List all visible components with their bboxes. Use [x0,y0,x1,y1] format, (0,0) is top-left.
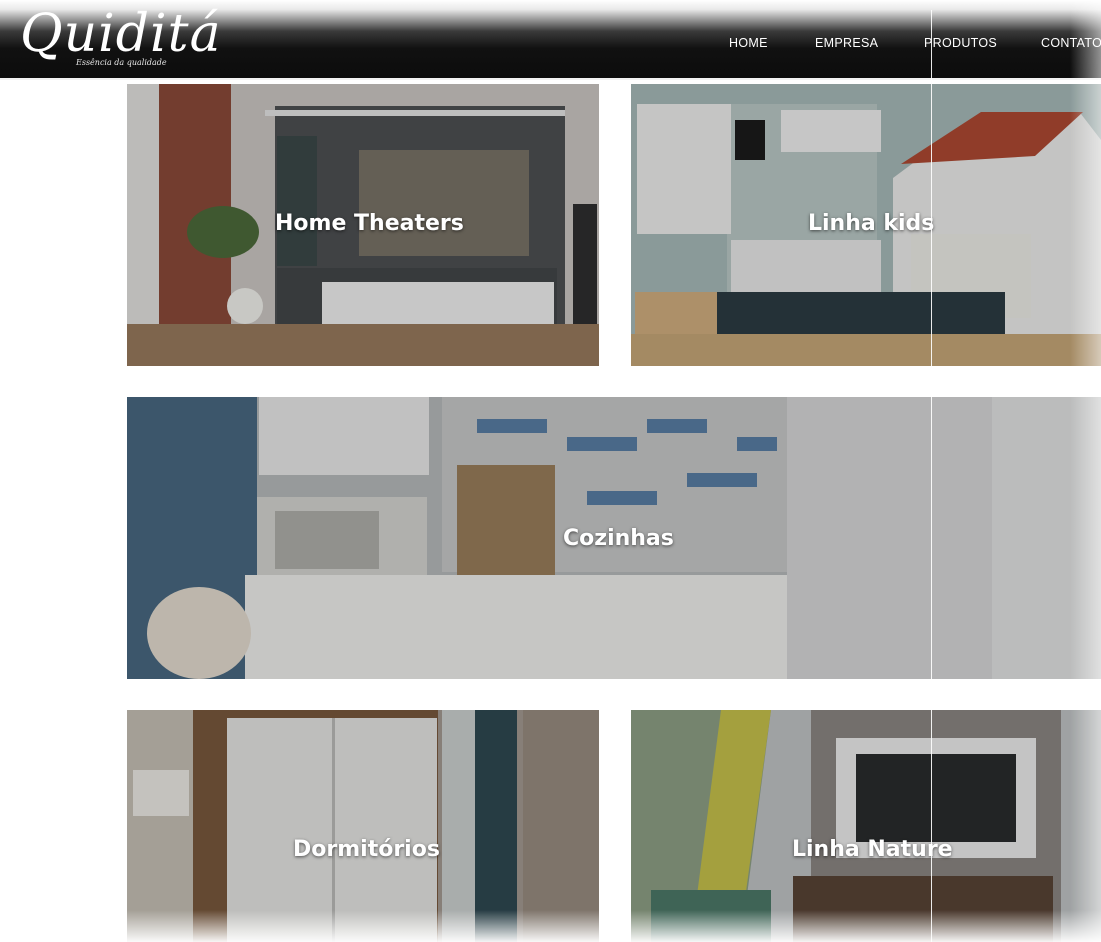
category-tile-dormitorios[interactable]: Dormitórios [127,710,599,942]
brand-logo[interactable]: Quiditá Essência da qualidade [14,8,221,74]
nav-contato[interactable]: CONTATO [1041,36,1101,50]
nav-home[interactable]: HOME [729,36,768,50]
tile-shade [631,710,1101,942]
nav-empresa[interactable]: EMPRESA [815,36,878,50]
category-label-home-theaters: Home Theaters [275,211,464,236]
category-tile-linha-nature[interactable]: Linha Nature [631,710,1101,942]
category-tile-linha-kids[interactable]: Linha kids [631,84,1101,366]
logo-wordmark: Quiditá [20,4,222,64]
logo-tagline: Essência da qualidade [76,58,167,67]
category-label-linha-nature: Linha Nature [792,837,953,862]
site-header: Quiditá Essência da qualidade HOME EMPRE… [0,0,1101,80]
category-label-dormitorios: Dormitórios [293,837,440,862]
nav-produtos[interactable]: PRODUTOS [924,36,997,50]
category-label-cozinhas: Cozinhas [563,526,674,551]
category-tile-cozinhas[interactable]: Cozinhas [127,397,1101,679]
category-label-linha-kids: Linha kids [808,211,935,236]
category-tile-home-theaters[interactable]: Home Theaters [127,84,599,366]
guide-line [931,10,932,942]
tile-shade [127,710,599,942]
